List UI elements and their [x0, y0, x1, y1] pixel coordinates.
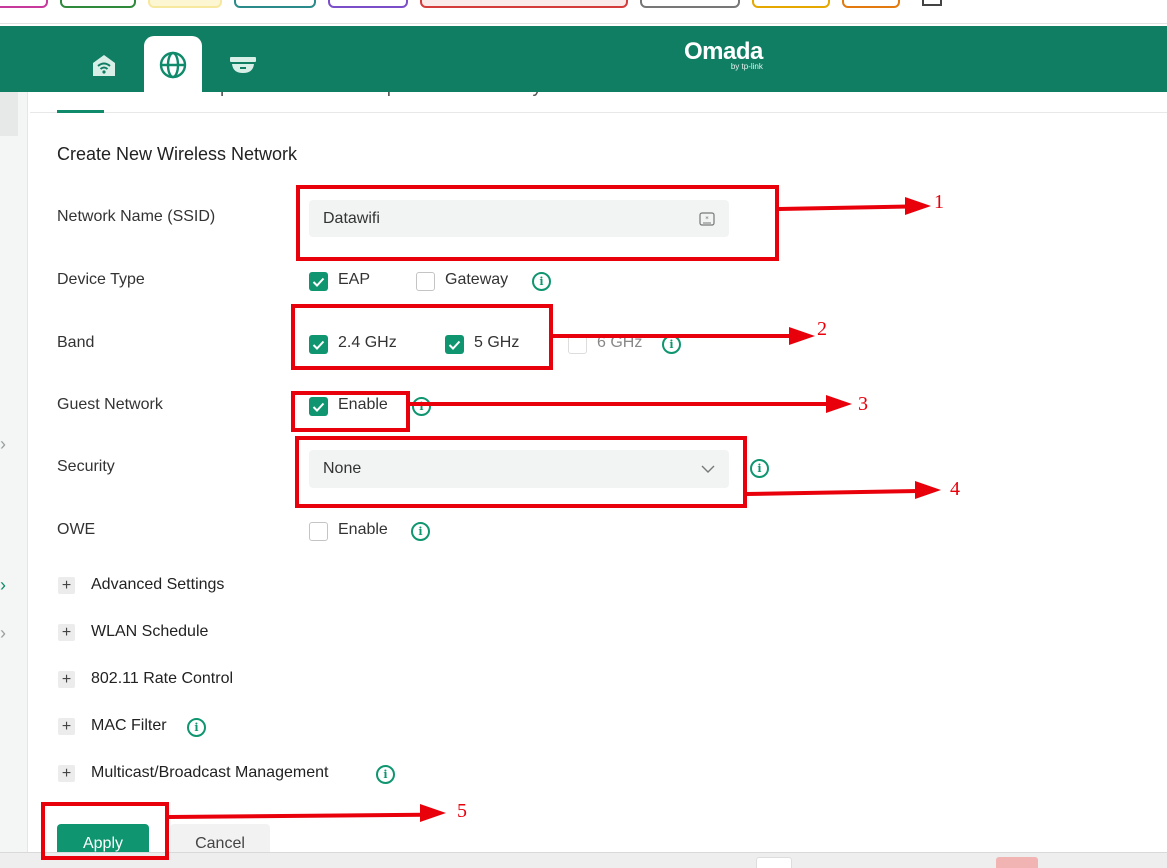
gateway-checkbox[interactable]	[416, 272, 435, 291]
owe-enable-checkbox[interactable]	[309, 522, 328, 541]
info-icon[interactable]: i	[412, 397, 431, 416]
tab-wireless-router[interactable]	[75, 36, 133, 94]
annotation-box-1	[296, 185, 779, 261]
left-rail: › › ›	[0, 92, 28, 852]
bottom-bar-item[interactable]	[756, 857, 792, 868]
annotation-box-4	[295, 436, 747, 508]
advanced-settings-toggle[interactable]: Advanced Settings	[91, 576, 224, 594]
rate-control-toggle[interactable]: 802.11 Rate Control	[91, 670, 233, 688]
app-header: Omada by tp-link	[0, 26, 1167, 94]
browser-tab-strip	[0, 0, 1167, 24]
check-icon	[312, 277, 325, 287]
eap-checkbox[interactable]	[309, 272, 328, 291]
browser-tab[interactable]	[60, 0, 136, 8]
bottom-bar	[0, 852, 1167, 868]
annotation-number-5: 5	[457, 800, 467, 822]
wlan-schedule-toggle[interactable]: WLAN Schedule	[91, 623, 208, 641]
logo-text: Omada	[684, 38, 763, 65]
annotation-number-2: 2	[817, 318, 827, 340]
tab-access-point[interactable]	[214, 36, 272, 94]
chevron-right-icon[interactable]: ›	[0, 623, 6, 644]
browser-tab[interactable]	[234, 0, 316, 8]
info-icon[interactable]: i	[376, 765, 395, 784]
browser-tab[interactable]	[148, 0, 222, 8]
info-icon[interactable]: i	[532, 272, 551, 291]
browser-tab[interactable]	[752, 0, 830, 8]
eap-label: EAP	[338, 271, 371, 288]
annotation-arrow-5	[168, 812, 424, 819]
annotation-box-3	[291, 391, 410, 432]
annotation-arrow-2	[553, 334, 793, 338]
globe-icon	[159, 51, 187, 79]
annotation-number-1: 1	[934, 191, 944, 213]
annotation-arrow-1	[778, 204, 910, 211]
annotation-box-2	[291, 304, 553, 370]
tab-divider	[30, 112, 1167, 113]
multicast-broadcast-toggle[interactable]: Multicast/Broadcast Management	[91, 764, 328, 782]
ssid-label: Network Name (SSID)	[57, 208, 216, 225]
wifi-router-icon	[93, 55, 115, 76]
info-icon[interactable]: i	[187, 718, 206, 737]
browser-tab[interactable]	[0, 0, 48, 8]
annotation-arrowhead-2	[789, 327, 815, 345]
form-title: Create New Wireless Network	[57, 144, 298, 164]
active-tab-indicator	[57, 110, 104, 113]
ceiling-ap-icon	[230, 57, 256, 73]
annotation-arrowhead-4	[915, 481, 941, 499]
device-type-label: Device Type	[57, 271, 145, 288]
annotation-number-3: 3	[858, 393, 868, 415]
chevron-right-icon[interactable]: ›	[0, 575, 6, 596]
info-icon[interactable]: i	[750, 459, 769, 478]
expand-wlan-schedule-icon[interactable]: +	[58, 624, 75, 641]
band-label: Band	[57, 334, 95, 351]
owe-enable-label: Enable	[338, 521, 388, 538]
browser-tab[interactable]	[842, 0, 900, 8]
mac-filter-toggle[interactable]: MAC Filter	[91, 717, 167, 735]
browser-tab[interactable]	[420, 0, 628, 8]
browser-tab[interactable]	[640, 0, 740, 8]
annotation-arrowhead-1	[905, 197, 931, 215]
guest-network-label: Guest Network	[57, 396, 163, 413]
owe-label: OWE	[57, 521, 96, 538]
expand-multicast-icon[interactable]: +	[58, 765, 75, 782]
gateway-label: Gateway	[445, 271, 509, 288]
expand-rate-control-icon[interactable]: +	[58, 671, 75, 688]
bottom-bar-item[interactable]	[996, 857, 1038, 868]
expand-mac-filter-icon[interactable]: +	[58, 718, 75, 735]
annotation-arrowhead-5	[420, 804, 446, 822]
omada-logo: Omada by tp-link	[684, 40, 763, 72]
rail-item[interactable]	[0, 92, 18, 136]
grid-icon[interactable]	[922, 0, 942, 6]
annotation-arrow-4	[746, 488, 920, 496]
security-label: Security	[57, 458, 115, 475]
browser-tab[interactable]	[328, 0, 408, 8]
logo-subtext: by tp-link	[730, 62, 763, 71]
annotation-arrowhead-3	[826, 395, 852, 413]
annotation-box-5	[41, 802, 169, 860]
annotation-arrow-3	[410, 402, 830, 406]
chevron-right-icon[interactable]: ›	[0, 434, 6, 455]
info-icon[interactable]: i	[411, 522, 430, 541]
expand-advanced-settings-icon[interactable]: +	[58, 577, 75, 594]
annotation-number-4: 4	[950, 478, 960, 500]
tab-globe[interactable]	[144, 36, 202, 94]
